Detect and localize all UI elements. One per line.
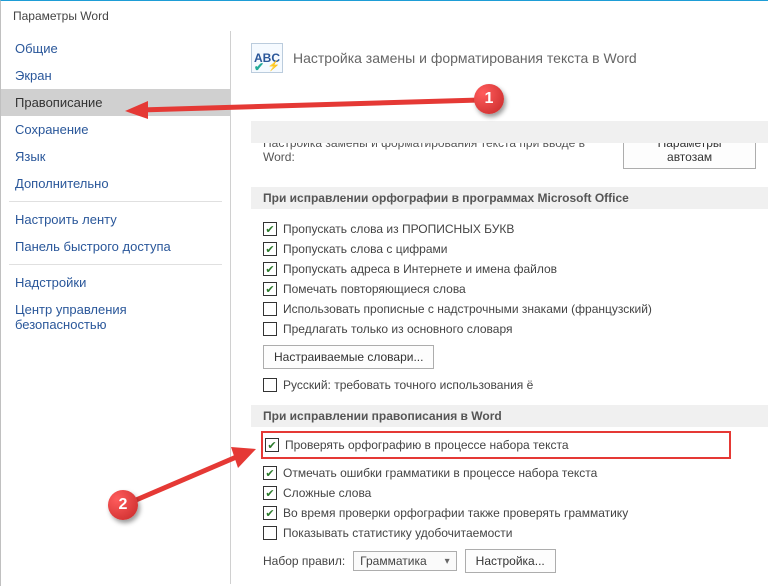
check-french: Использовать прописные с надстрочными зн…	[251, 299, 768, 319]
check-repeated: Помечать повторяющиеся слова	[251, 279, 768, 299]
checkbox[interactable]	[263, 282, 277, 296]
sidebar-item-advanced[interactable]: Дополнительно	[1, 170, 230, 197]
sidebar-item-quickaccess[interactable]: Панель быстрого доступа	[1, 233, 230, 260]
ruleset-select[interactable]: Грамматика	[353, 551, 457, 571]
section-title: При исправлении орфографии в программах …	[251, 187, 768, 209]
callout-2: 2	[108, 490, 138, 520]
check-label: Проверять орфографию в процессе набора т…	[285, 438, 569, 452]
check-label: Помечать повторяющиеся слова	[283, 282, 466, 296]
check-label: Во время проверки орфографии также прове…	[283, 506, 628, 520]
checkbox[interactable]	[263, 242, 277, 256]
section-title: При исправлении правописания в Word	[251, 405, 768, 427]
ruleset-row: Набор правил: Грамматика Настройка...	[251, 543, 768, 579]
sidebar-item-language[interactable]: Язык	[1, 143, 230, 170]
check-grammar-typing: Отмечать ошибки грамматики в процессе на…	[251, 463, 768, 483]
sidebar-item-addins[interactable]: Надстройки	[1, 269, 230, 296]
header-text: Настройка замены и форматирования текста…	[293, 50, 637, 66]
check-internet: Пропускать адреса в Интернете и имена фа…	[251, 259, 768, 279]
sidebar-divider	[9, 264, 222, 265]
window-title: Параметры Word	[1, 1, 768, 31]
checkbox[interactable]	[263, 466, 277, 480]
highlighted-option-box: Проверять орфографию в процессе набора т…	[261, 431, 731, 459]
check-label: Отмечать ошибки грамматики в процессе на…	[283, 466, 597, 480]
check-spelling-typing: Проверять орфографию в процессе набора т…	[263, 435, 729, 455]
checkbox[interactable]	[263, 302, 277, 316]
check-label: Пропускать слова из ПРОПИСНЫХ БУКВ	[283, 222, 514, 236]
check-label: Русский: требовать точного использования…	[283, 378, 533, 392]
check-grammar-with-spelling: Во время проверки орфографии также прове…	[251, 503, 768, 523]
checkbox[interactable]	[263, 378, 277, 392]
sidebar-item-trust[interactable]: Центр управления безопасностью	[1, 296, 230, 338]
check-readability: Показывать статистику удобочитаемости	[251, 523, 768, 543]
sidebar-item-ribbon[interactable]: Настроить ленту	[1, 206, 230, 233]
check-label: Показывать статистику удобочитаемости	[283, 526, 512, 540]
ruleset-label: Набор правил:	[263, 554, 345, 568]
arrow-1	[120, 85, 490, 125]
sidebar-divider	[9, 201, 222, 202]
ruleset-settings-button[interactable]: Настройка...	[465, 549, 556, 573]
section-spelling-office: При исправлении орфографии в программах …	[251, 187, 768, 209]
check-numbers: Пропускать слова с цифрами	[251, 239, 768, 259]
checkbox[interactable]	[265, 438, 279, 452]
check-russian-yo: Русский: требовать точного использования…	[251, 375, 768, 395]
check-complex-words: Сложные слова	[251, 483, 768, 503]
sidebar-item-general[interactable]: Общие	[1, 35, 230, 62]
checkbox[interactable]	[263, 486, 277, 500]
header: ABC⚡ Настройка замены и форматирования т…	[251, 43, 768, 73]
checkbox[interactable]	[263, 322, 277, 336]
check-label: Использовать прописные с надстрочными зн…	[283, 302, 652, 316]
custom-dictionaries-button[interactable]: Настраиваемые словари...	[263, 345, 434, 369]
check-label: Пропускать адреса в Интернете и имена фа…	[283, 262, 557, 276]
checkbox[interactable]	[263, 222, 277, 236]
callout-1: 1	[474, 84, 504, 114]
check-label: Предлагать только из основного словаря	[283, 322, 512, 336]
section-spelling-word: При исправлении правописания в Word	[251, 405, 768, 427]
check-label: Пропускать слова с цифрами	[283, 242, 447, 256]
proofing-icon: ABC⚡	[251, 43, 283, 73]
check-label: Сложные слова	[283, 486, 371, 500]
checkbox[interactable]	[263, 262, 277, 276]
arrow-2	[126, 440, 261, 510]
checkbox[interactable]	[263, 526, 277, 540]
check-maindict: Предлагать только из основного словаря	[251, 319, 768, 339]
check-uppercase: Пропускать слова из ПРОПИСНЫХ БУКВ	[251, 219, 768, 239]
checkbox[interactable]	[263, 506, 277, 520]
